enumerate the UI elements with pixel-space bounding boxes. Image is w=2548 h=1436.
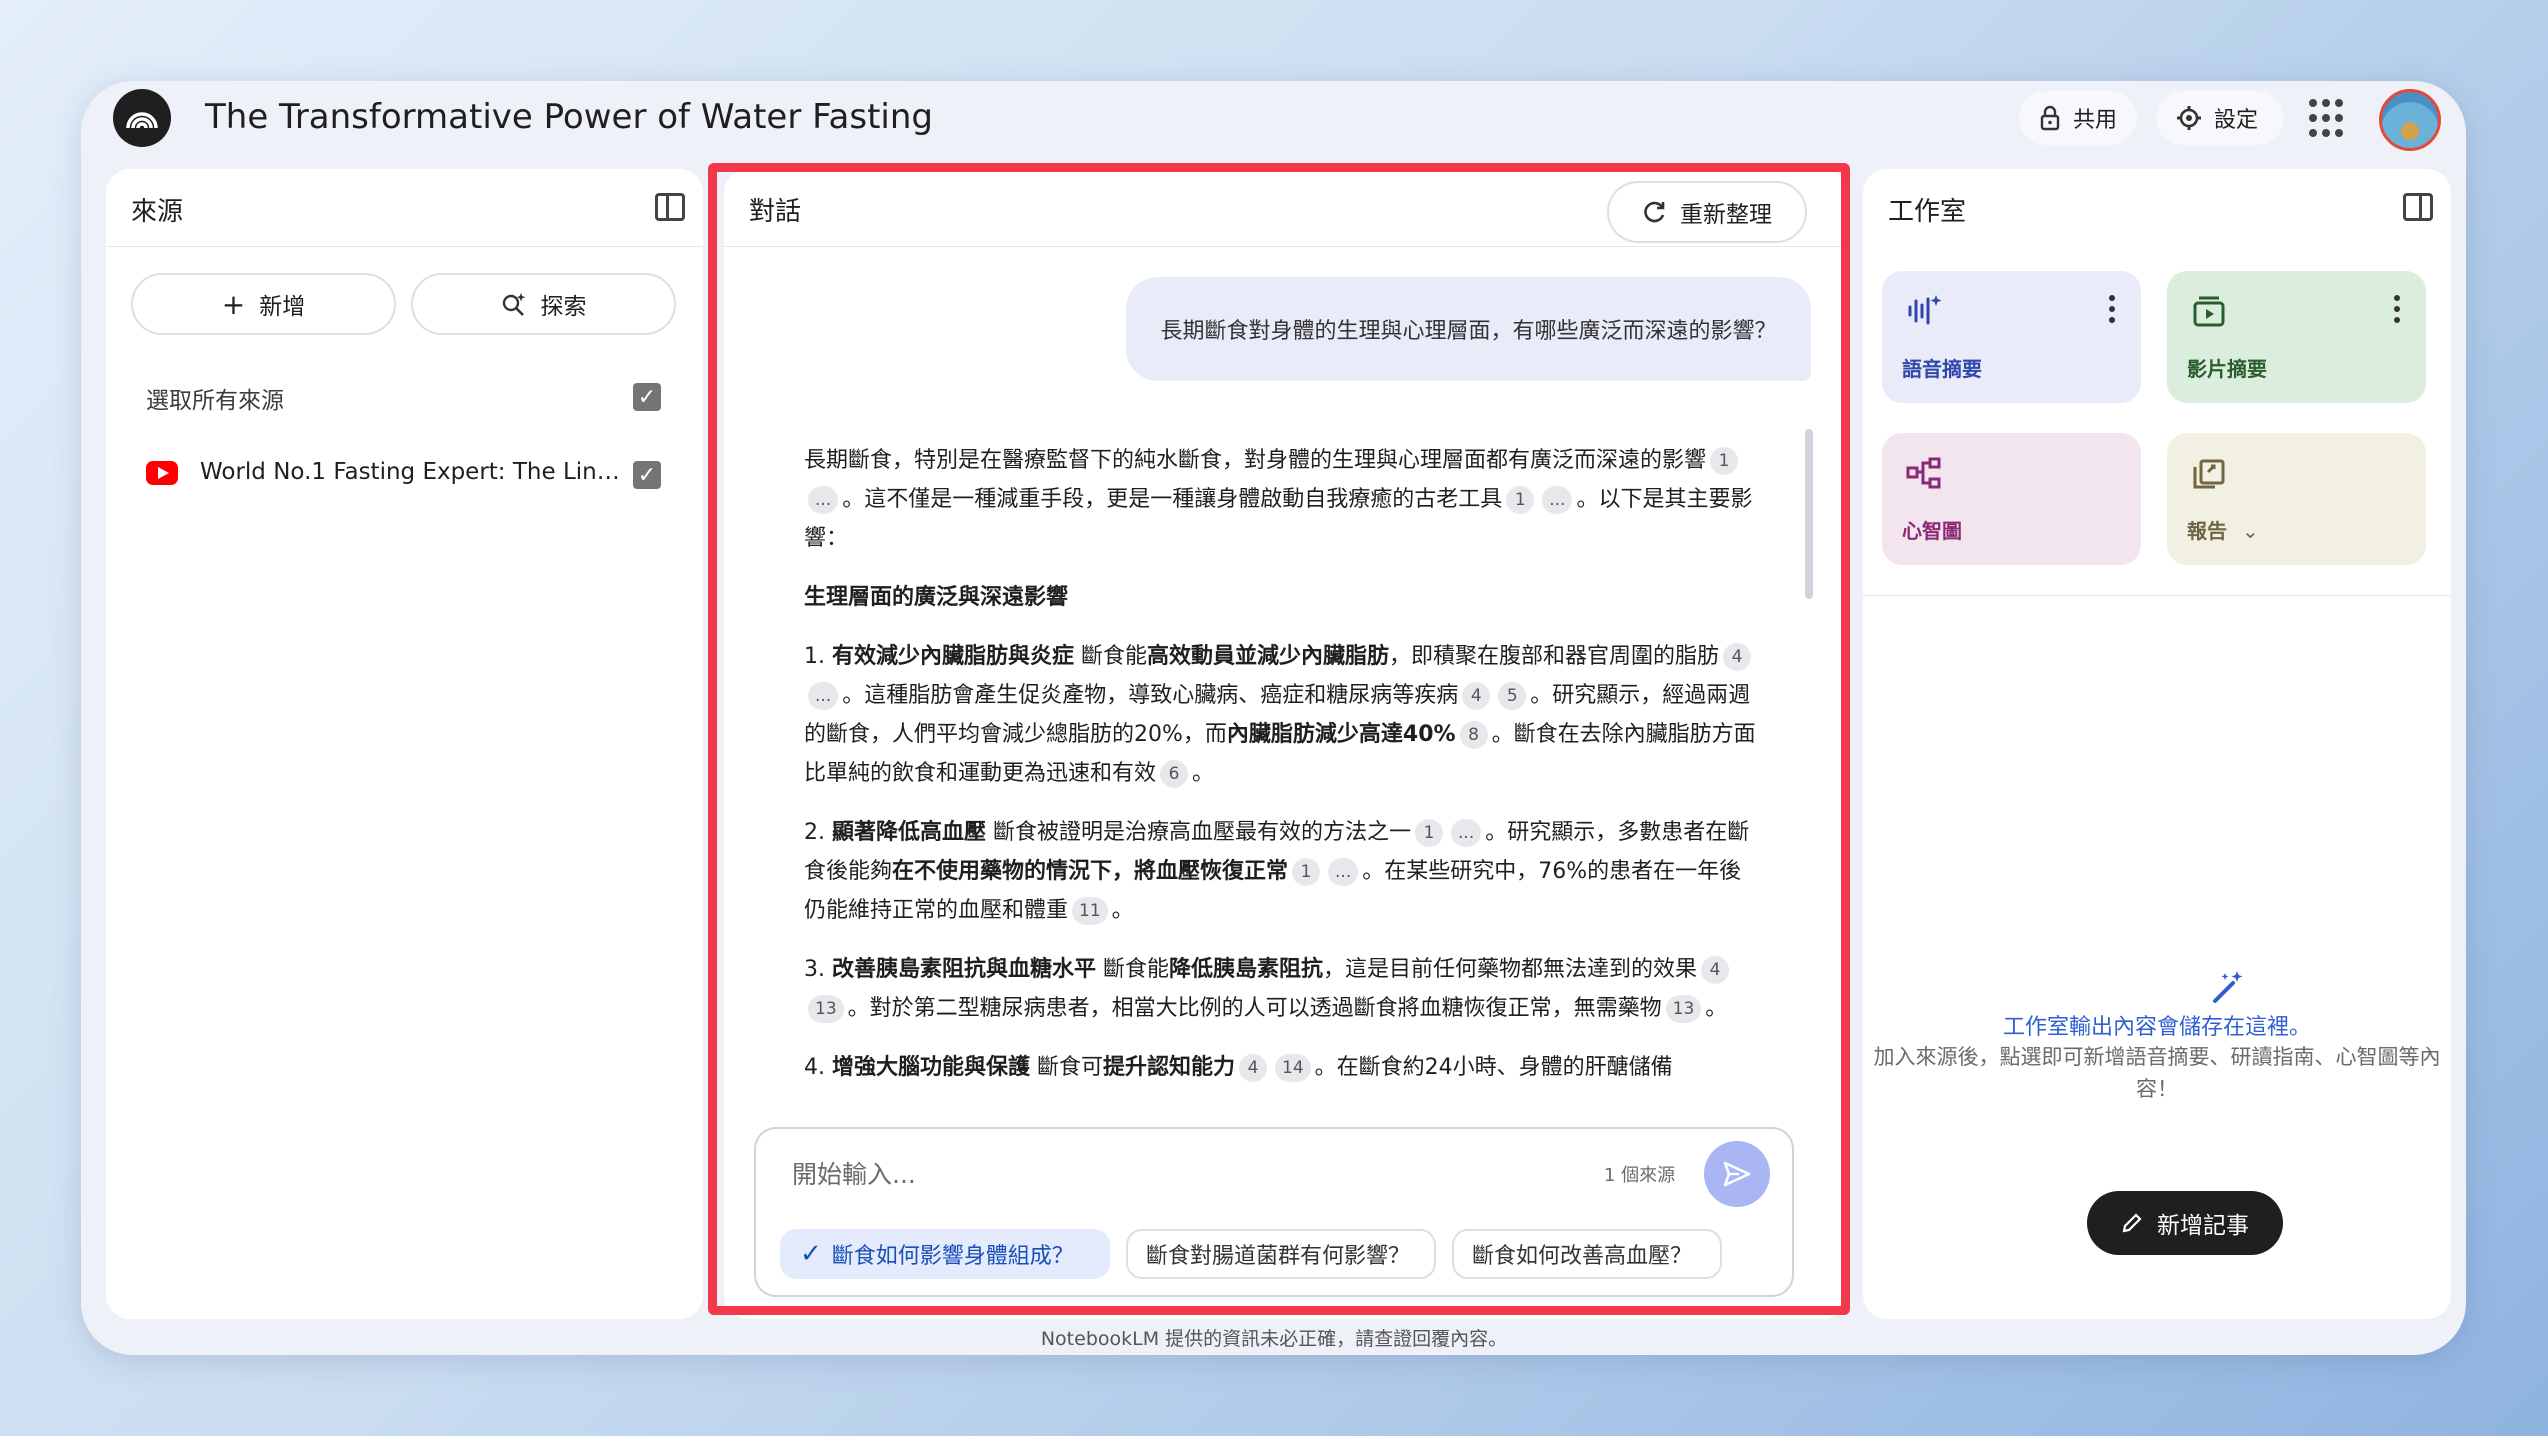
studio-divider [1863,595,2451,596]
answer-point-1: 1. 有效減少內臟脂肪與炎症 斷食能高效動員並減少內臟脂肪，即積聚在腹部和器官周… [804,643,1756,788]
search-sparkle-icon [502,293,525,316]
studio-empty-description: 加入來源後，點選即可新增語音摘要、研讀指南、心智圖等內容！ [1873,1045,2441,1101]
report-tile[interactable]: 報告 ⌄ [2167,433,2426,565]
chat-input[interactable]: 開始輸入... [792,1155,916,1191]
add-source-button[interactable]: + 新增 [131,273,396,335]
citation-badge[interactable]: 4 [1462,682,1491,710]
video-overview-label: 影片摘要 [2187,357,2267,381]
app-header: The Transformative Power of Water Fastin… [81,81,2466,169]
avatar[interactable] [2379,89,2441,151]
studio-title: 工作室 [1888,197,1967,227]
section-heading: 生理層面的廣泛與深遠影響 [804,585,1069,610]
suggestion-chip[interactable]: 斷食如何改善高血壓？ [1452,1229,1722,1279]
chat-scrollbar[interactable] [1805,429,1813,599]
settings-button[interactable]: 設定 [2156,91,2284,145]
disclaimer-footer: NotebookLM 提供的資訊未必正確，請查證回覆內容。 [1040,1328,1508,1350]
audio-overview-label: 語音摘要 [1902,357,1982,381]
citation-badge[interactable]: ... [808,486,839,514]
collapse-studio-icon[interactable] [2403,193,2433,221]
explore-label: 探索 [540,294,587,320]
audio-waveform-icon [1908,295,1942,325]
share-label: 共用 [2073,108,2118,133]
mind-map-tile[interactable]: 心智圖 [1882,433,2141,565]
answer-point-2: 2. 顯著降低高血壓 斷食被證明是治療高血壓最有效的方法之一 1... 。研究顯示，… [804,819,1750,925]
citation-badge[interactable]: 13 [1665,995,1702,1023]
audio-overview-tile[interactable]: 語音摘要 [1882,271,2141,403]
refresh-icon [1644,201,1665,223]
source-count: 1 個來源 [1604,1165,1676,1186]
mind-map-label: 心智圖 [1902,519,1962,543]
citation-badge[interactable]: 4 [1723,643,1752,671]
video-overview-tile[interactable]: 影片摘要 [2167,271,2426,403]
answer-point-4: 4. 增強大腦功能與保護 斷食可提升認知能力 4 14 。在斷食約24小時、身體的肝醣… [804,1054,1673,1082]
suggestion-chip[interactable]: ✓ 斷食如何影響身體組成？ [780,1229,1110,1279]
answer-intro: 長期斷食，特別是在醫療監督下的純水斷食，對身體的生理與心理層面都有廣泛而深遠的影… [804,447,1753,551]
citation-badge[interactable]: 8 [1459,721,1488,749]
plus-icon: + [221,287,246,321]
select-all-label: 選取所有來源 [146,388,284,414]
citation-badge[interactable]: ... [1542,486,1573,514]
sources-header: 來源 [106,169,703,247]
checkmark-icon: ✓ [800,1239,822,1269]
chat-header: 對話 重新整理 [724,169,1847,247]
citation-badge[interactable]: 13 [808,995,844,1023]
add-source-label: 新增 [259,294,306,320]
magic-wand-icon [2213,971,2243,1003]
citation-badge[interactable]: 1 [1292,858,1321,886]
user-message: 長期斷食對身體的生理與心理層面，有哪些廣泛而深遠的影響？ [1126,277,1811,381]
settings-label: 設定 [2214,108,2259,133]
source-item-title: World No.1 Fasting Expert: The Link Bet.… [200,459,630,485]
chat-title: 對話 [749,197,802,227]
refresh-button[interactable]: 重新整理 [1607,181,1807,243]
send-icon [1723,1161,1751,1187]
studio-empty-title: 工作室輸出內容會儲存在這裡。 [2002,1015,2311,1040]
sources-title: 來源 [131,197,184,227]
chat-input-box[interactable]: 開始輸入... 1 個來源 ✓ 斷食如何影響身體組成？ 斷食對腸道菌群有何影響？… [754,1127,1794,1297]
citation-badge[interactable]: 4 [1239,1054,1268,1082]
apps-grid-icon[interactable] [2309,99,2349,139]
source-item-checkbox[interactable]: ✓ [633,461,661,489]
lock-icon [2040,105,2060,131]
citation-badge[interactable]: 4 [1701,956,1730,984]
notebooklm-logo-icon[interactable] [113,89,171,147]
report-label: 報告 ⌄ [2187,519,2259,543]
studio-panel: 工作室 語音摘要 影片摘要 心智圖 報告 ⌄ 工作室輸出內容會儲存在這裡。 加入… [1863,169,2451,1319]
refresh-label: 重新整理 [1680,202,1772,228]
citation-badge[interactable]: 6 [1160,760,1189,788]
add-note-label: 新增記事 [2157,1213,2249,1239]
sources-panel: 來源 + 新增 探索 選取所有來源 ✓ World No.1 Fasting E… [106,169,703,1319]
select-all-checkbox[interactable]: ✓ [633,383,661,411]
more-options-icon[interactable] [2109,295,2115,323]
share-button[interactable]: 共用 [2019,91,2137,145]
suggestion-chip[interactable]: 斷食對腸道菌群有何影響？ [1126,1229,1436,1279]
collapse-sources-icon[interactable] [655,193,685,221]
citation-badge[interactable]: 14 [1275,1054,1311,1082]
chevron-down-icon[interactable]: ⌄ [2242,519,2259,543]
citation-badge[interactable]: 1 [1506,486,1535,514]
send-button[interactable] [1704,1141,1770,1207]
source-item[interactable]: World No.1 Fasting Expert: The Link Bet.… [146,455,666,495]
gear-icon [2177,106,2201,130]
studio-header: 工作室 [1863,169,2451,247]
report-icon [2193,459,2225,489]
notebook-title[interactable]: The Transformative Power of Water Fastin… [205,97,933,137]
citation-badge[interactable]: ... [1451,819,1482,847]
assistant-answer: 長期斷食，特別是在醫療監督下的純水斷食，對身體的生理與心理層面都有廣泛而深遠的影… [804,441,1759,1107]
youtube-icon [146,461,178,485]
pencil-icon [2122,1213,2142,1233]
citation-badge[interactable]: 1 [1415,819,1444,847]
video-icon [2193,296,2225,327]
more-options-icon[interactable] [2394,295,2400,323]
answer-point-3: 3. 改善胰島素阻抗與血糖水平 斷食能降低胰島素阻抗，這是目前任何藥物都無法達到… [804,956,1730,1023]
add-note-button[interactable]: 新增記事 [2087,1191,2283,1255]
citation-badge[interactable]: 5 [1498,682,1527,710]
citation-badge[interactable]: ... [808,682,839,710]
mind-map-icon [1906,457,1941,489]
citation-badge[interactable]: ... [1328,858,1359,886]
explore-sources-button[interactable]: 探索 [411,273,676,335]
citation-badge[interactable]: 1 [1710,447,1739,475]
citation-badge[interactable]: 11 [1072,897,1108,925]
